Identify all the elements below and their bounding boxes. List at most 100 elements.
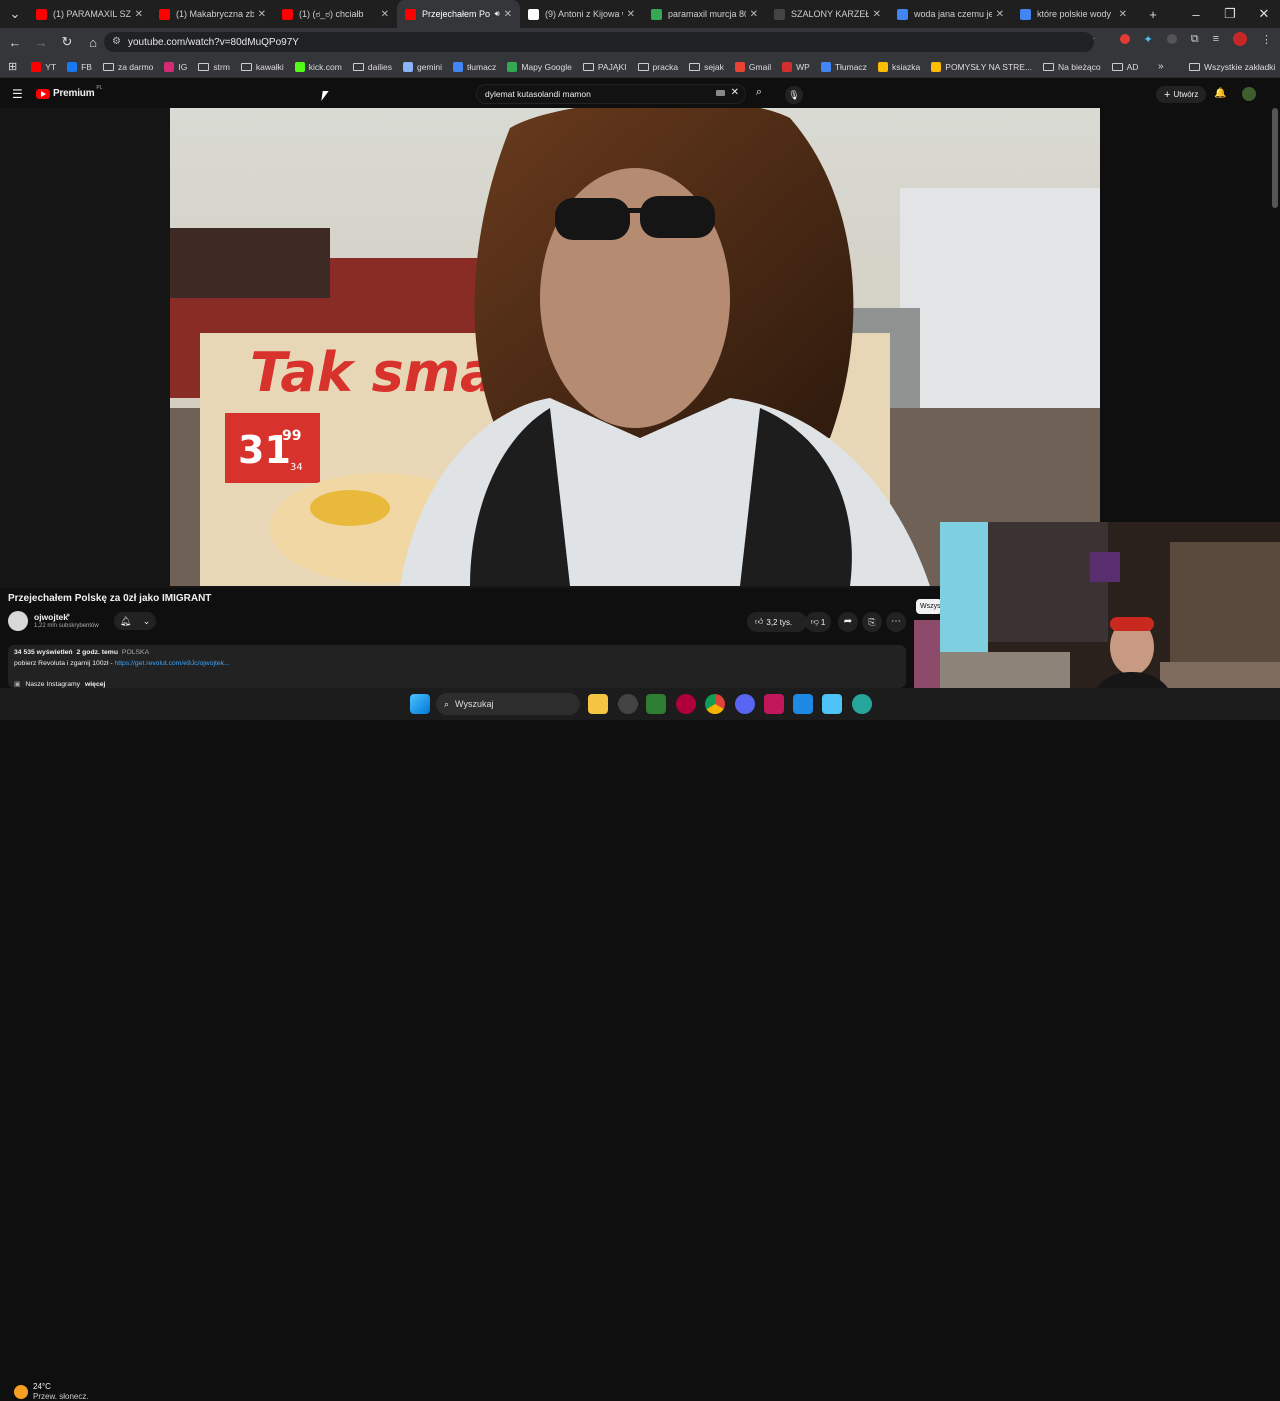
apps-grid-icon[interactable]: ⊞	[8, 60, 17, 73]
bookmark-20[interactable]: AD	[1111, 62, 1138, 72]
bookmark-19[interactable]: Na bieżąco	[1043, 62, 1101, 72]
minimize-button[interactable]: –	[1180, 2, 1212, 26]
close-tab-icon[interactable]: ✕	[381, 9, 389, 20]
close-tab-icon[interactable]: ✕	[135, 9, 143, 20]
windows-start-icon[interactable]	[410, 694, 430, 714]
taskbar-search[interactable]: ⌕ Wyszukaj	[436, 693, 580, 715]
bookmark-7[interactable]: dailies	[352, 62, 392, 72]
close-tab-icon[interactable]: ✕	[750, 9, 758, 20]
back-icon[interactable]: ←	[3, 30, 27, 54]
record-extension-icon[interactable]	[1119, 34, 1130, 44]
close-tab-icon[interactable]: ✕	[873, 9, 881, 20]
bookmark-12[interactable]: pracka	[637, 62, 678, 72]
close-tab-icon[interactable]: ✕	[627, 9, 635, 20]
bookmark-15[interactable]: WP	[782, 61, 810, 72]
discord-icon[interactable]	[735, 694, 755, 714]
tab-8[interactable]: które polskie wody ✕	[1012, 0, 1135, 28]
extensions-puzzle-icon[interactable]: ⧉	[1191, 33, 1199, 46]
app-icon-2[interactable]	[618, 694, 638, 714]
keyboard-icon[interactable]	[716, 90, 725, 96]
obs-icon[interactable]	[764, 694, 784, 714]
opera-icon[interactable]	[676, 694, 696, 714]
more-actions-button[interactable]: ⋯	[886, 612, 906, 632]
save-button[interactable]: ⎘	[862, 612, 882, 632]
bookmark-17[interactable]: ksiazka	[877, 61, 920, 72]
extension-icon-2[interactable]	[1166, 34, 1177, 44]
recommended-thumbnail[interactable]	[914, 620, 940, 688]
bookmark-11[interactable]: PAJĄKI	[582, 62, 627, 72]
bookmark-3[interactable]: IG	[164, 61, 187, 72]
chrome-icon[interactable]	[705, 694, 725, 714]
brave-icon[interactable]	[646, 694, 666, 714]
dislike-button[interactable]: 👎︎ 1	[805, 612, 831, 632]
forward-icon[interactable]: →	[29, 30, 53, 54]
bookmark-2[interactable]: za darmo	[102, 62, 153, 72]
hamburger-menu-icon[interactable]: ☰	[12, 87, 23, 101]
notepad-icon[interactable]	[822, 694, 842, 714]
reload-icon[interactable]: ↻	[55, 30, 79, 54]
bookmark-4[interactable]: strm	[198, 62, 230, 72]
share-button[interactable]: ➦	[838, 612, 858, 632]
bookmark-0[interactable]: YT	[31, 61, 56, 72]
audio-playing-icon[interactable]: 🔊︎	[495, 9, 500, 19]
description-more[interactable]: więcej	[85, 681, 105, 688]
weather-icon[interactable]	[14, 1385, 28, 1399]
site-info-icon[interactable]: ⚙	[112, 36, 121, 47]
address-bar[interactable]: ⚙ youtube.com/watch?v=80dMuQPo97Y	[104, 32, 1094, 52]
page-scrollbar[interactable]	[1272, 108, 1278, 208]
bookmark-8[interactable]: gemini	[402, 61, 442, 72]
globe-icon[interactable]	[852, 694, 872, 714]
menu-kebab-icon[interactable]: ⋮	[1261, 33, 1272, 46]
channel-name[interactable]: ojwojtek	[34, 612, 68, 622]
tab-6[interactable]: SZALONY KARZEŁ PO ✕	[766, 0, 889, 28]
youtube-icon	[31, 61, 42, 72]
search-button[interactable]: ⌕	[750, 86, 768, 102]
tab-7[interactable]: woda jana czemu jes ✕	[889, 0, 1012, 28]
tab-3[interactable]: Przejechałem Po 🔊︎ ✕	[397, 0, 520, 28]
close-tab-icon[interactable]: ✕	[504, 9, 512, 20]
youtube-logo[interactable]: Premium PL	[36, 85, 103, 99]
tab-1[interactable]: (1) Makabryczna zbro ✕	[151, 0, 274, 28]
search-input[interactable]: dylemat kutasolandi mamon ✕	[476, 84, 746, 104]
file-explorer-icon[interactable]	[588, 694, 608, 714]
folder-icon	[352, 62, 364, 71]
close-tab-icon[interactable]: ✕	[996, 9, 1004, 20]
revolut-link[interactable]: https://get.revolut.com/e9Jc/ojwojtek...	[115, 660, 230, 667]
tab-0[interactable]: (1) PARAMAXIL SZALO ✕	[28, 0, 151, 28]
maximize-button[interactable]: ❐	[1214, 2, 1246, 26]
tab-2[interactable]: (1) (ಠ_ಠ) chciałb ✕	[274, 0, 397, 28]
like-button[interactable]: 👍︎ 3,2 tys.	[747, 617, 792, 627]
extension-icon-1[interactable]: ✦	[1144, 33, 1153, 46]
home-icon[interactable]: ⌂	[81, 30, 105, 54]
voice-search-icon[interactable]: 🎙	[785, 86, 803, 104]
new-tab-button[interactable]: +	[1141, 2, 1165, 26]
bookmark-13[interactable]: sejak	[689, 62, 724, 72]
notifications-bell-icon[interactable]: 🔔	[1214, 88, 1226, 99]
subscribe-bell-button[interactable]: 🔔︎ ⌄	[114, 612, 156, 630]
video-frame[interactable]: Tak sma ! 31 99 34	[170, 108, 1100, 586]
tab-list-chevron-icon[interactable]: ⌄	[2, 2, 28, 26]
close-window-button[interactable]: ✕	[1248, 2, 1280, 26]
close-tab-icon[interactable]: ✕	[258, 9, 266, 20]
tab-5[interactable]: paramaxil murcja 80 ✕	[643, 0, 766, 28]
bookmark-1[interactable]: FB	[67, 61, 92, 72]
bookmark-9[interactable]: tłumacz	[453, 61, 496, 72]
profile-avatar[interactable]	[1233, 32, 1247, 46]
create-button[interactable]: + Utwórz	[1156, 86, 1207, 103]
bookmark-16[interactable]: Tłumacz	[820, 61, 867, 72]
bookmark-6[interactable]: kick.com	[294, 61, 342, 72]
bookmark-5[interactable]: kawałki	[240, 62, 284, 72]
account-avatar[interactable]	[1242, 87, 1256, 101]
bookmark-14[interactable]: Gmail	[734, 61, 771, 72]
media-icon[interactable]: ≡	[1213, 33, 1219, 45]
app-icon-8[interactable]	[793, 694, 813, 714]
bookmark-10[interactable]: Mapy Google	[507, 61, 572, 72]
all-bookmarks-link[interactable]: Wszystkie zakładki	[1189, 62, 1275, 72]
bookmark-18[interactable]: POMYSŁY NA STRE...	[931, 61, 1032, 72]
channel-avatar[interactable]	[8, 611, 28, 631]
close-tab-icon[interactable]: ✕	[1119, 9, 1127, 20]
filter-chip[interactable]: Wszys	[916, 599, 942, 614]
more-bookmarks-icon[interactable]: »	[1158, 61, 1164, 72]
clear-search-icon[interactable]: ✕	[731, 87, 739, 98]
tab-4[interactable]: (9) Antoni z Kijowa w ✕	[520, 0, 643, 28]
